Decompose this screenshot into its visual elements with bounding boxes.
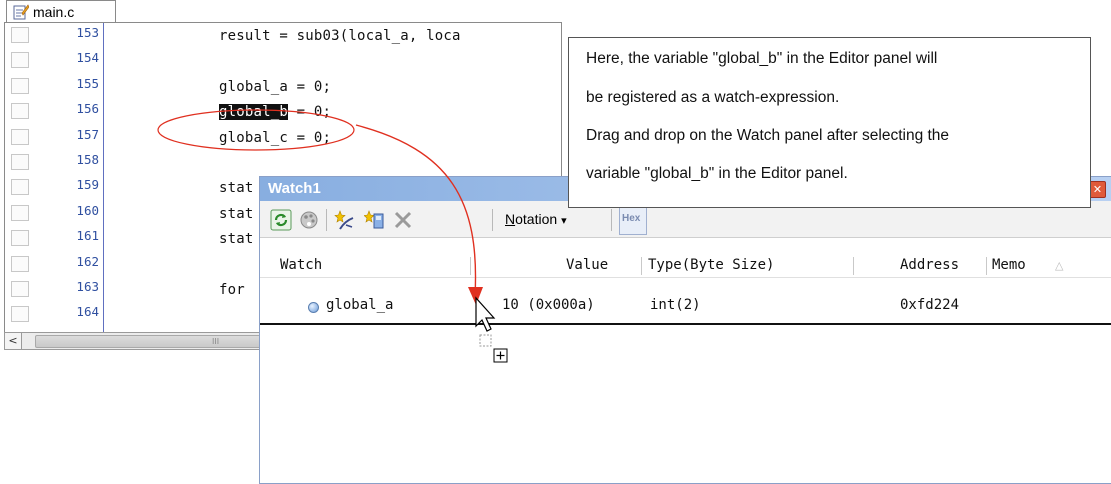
code-line[interactable]: result = sub03(local_a, loca xyxy=(219,28,461,44)
delete-icon[interactable] xyxy=(392,209,414,231)
close-button[interactable]: ✕ xyxy=(1089,181,1106,198)
instruction-callout: Here, the variable "global_b" in the Edi… xyxy=(568,37,1091,208)
column-divider[interactable] xyxy=(641,257,642,275)
watch-column-headers: Watch Value Type(Byte Size) Address Memo… xyxy=(260,253,1111,278)
sort-indicator-icon: △ xyxy=(1055,259,1064,272)
notation-label: otation xyxy=(515,211,558,227)
code-line[interactable]: for xyxy=(219,282,245,298)
breakpoint-gutter-mark[interactable] xyxy=(11,77,29,94)
watch-address-cell: 0xfd224 xyxy=(900,297,960,313)
add-item-icon[interactable] xyxy=(363,209,386,231)
line-number: 160 xyxy=(76,202,99,218)
refresh-icon[interactable] xyxy=(270,209,292,231)
scroll-left-button[interactable]: < xyxy=(5,333,22,349)
selected-text[interactable]: global_b xyxy=(219,104,289,121)
hex-toggle-button[interactable]: Hex xyxy=(619,207,647,235)
column-divider[interactable] xyxy=(853,257,854,275)
callout-line: variable "global_b" in the Editor panel. xyxy=(586,165,848,182)
breakpoint-gutter-mark[interactable] xyxy=(11,179,29,196)
display-icon[interactable] xyxy=(298,209,320,231)
line-number-separator xyxy=(103,23,104,333)
scroll-grip: III xyxy=(212,337,220,346)
table-row[interactable]: global_a 10 (0x000a) int(2) 0xfd224 xyxy=(260,295,1111,319)
watch-type-cell: int(2) xyxy=(650,297,701,313)
column-divider[interactable] xyxy=(470,257,471,275)
callout-line: be registered as a watch-expression. xyxy=(586,89,840,106)
add-watch-icon[interactable] xyxy=(334,209,356,231)
line-number: 162 xyxy=(76,253,99,269)
gutter xyxy=(5,23,33,333)
c-file-icon xyxy=(13,4,30,20)
code-line[interactable]: stat xyxy=(219,206,254,222)
breakpoint-gutter-mark[interactable] xyxy=(11,204,29,221)
column-divider[interactable] xyxy=(986,257,987,275)
editor-tab[interactable]: main.c xyxy=(6,0,116,23)
code-line[interactable]: stat xyxy=(219,231,254,247)
breakpoint-gutter-mark[interactable] xyxy=(11,230,29,247)
watch-name-cell: global_a xyxy=(326,297,394,313)
editor-tab-label: main.c xyxy=(33,4,75,20)
line-number: 161 xyxy=(76,228,99,244)
notation-dropdown[interactable]: Notation ▾ xyxy=(505,211,567,227)
breakpoint-gutter-mark[interactable] xyxy=(11,52,29,69)
line-number: 159 xyxy=(76,177,99,193)
breakpoint-gutter-mark[interactable] xyxy=(11,103,29,120)
code-line[interactable]: global_a = 0; xyxy=(219,79,331,95)
callout-line: Here, the variable "global_b" in the Edi… xyxy=(586,50,938,67)
breakpoint-gutter-mark[interactable] xyxy=(11,255,29,272)
code-line[interactable]: global_c = 0; xyxy=(219,130,331,146)
watch-value-cell: 10 (0x000a) xyxy=(502,297,595,313)
breakpoint-gutter-mark[interactable] xyxy=(11,281,29,297)
toolbar-separator xyxy=(326,209,327,231)
line-number: 164 xyxy=(76,304,99,320)
line-number: 156 xyxy=(76,101,99,117)
breakpoint-gutter-mark[interactable] xyxy=(11,128,29,145)
line-number: 157 xyxy=(76,126,99,142)
code-text: = 0; xyxy=(288,104,332,121)
toolbar-separator xyxy=(611,209,612,231)
column-header-watch[interactable]: Watch xyxy=(280,257,322,273)
code-line[interactable]: stat xyxy=(219,180,254,196)
column-header-type[interactable]: Type(Byte Size) xyxy=(648,257,774,273)
hex-label: Hex xyxy=(622,213,641,224)
breakpoint-gutter-mark[interactable] xyxy=(11,306,29,323)
breakpoint-gutter-mark[interactable] xyxy=(11,154,29,170)
line-number: 153 xyxy=(76,25,99,40)
watch-title: Watch1 xyxy=(268,180,321,197)
watch-panel: Watch1 ✕ Notation ▾ Hex Watch Value Type… xyxy=(259,176,1111,484)
code-line[interactable]: global_b = 0; xyxy=(219,104,332,121)
line-number: 155 xyxy=(76,75,99,91)
callout-line: Drag and drop on the Watch panel after s… xyxy=(586,127,950,144)
chevron-down-icon: ▾ xyxy=(561,214,567,227)
line-number: 163 xyxy=(76,279,99,294)
column-header-value[interactable]: Value xyxy=(566,257,608,273)
drop-insertion-line xyxy=(260,323,1111,325)
line-number: 154 xyxy=(76,50,99,66)
line-number: 158 xyxy=(76,152,99,167)
variable-icon xyxy=(308,302,319,313)
column-header-memo[interactable]: Memo xyxy=(992,257,1026,273)
column-header-address[interactable]: Address xyxy=(900,257,959,273)
notation-mnemonic: N xyxy=(505,211,516,227)
breakpoint-gutter-mark[interactable] xyxy=(11,27,29,43)
toolbar-separator xyxy=(492,209,493,231)
